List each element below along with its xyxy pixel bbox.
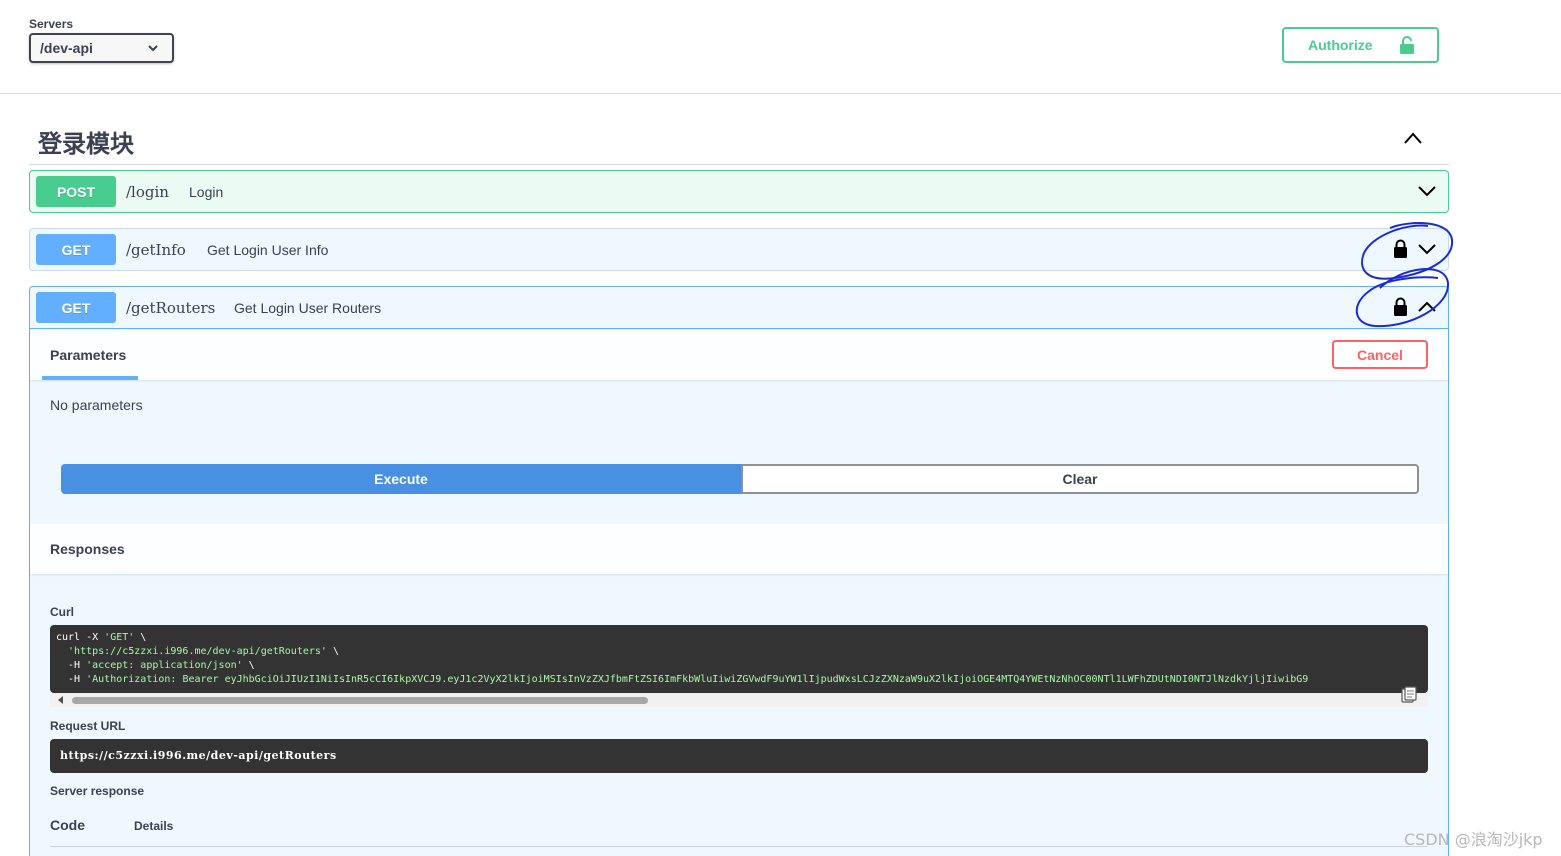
- lock-icon[interactable]: [1393, 297, 1408, 316]
- horizontal-scrollbar[interactable]: [50, 693, 1428, 707]
- curl-text: 'GET': [104, 632, 135, 643]
- chevron-down-icon: [148, 45, 158, 52]
- tab-active-indicator: [42, 376, 138, 380]
- response-code-header: Code: [50, 817, 85, 833]
- method-badge: GET: [36, 234, 116, 265]
- chevron-up-icon[interactable]: [1403, 131, 1423, 145]
- curl-text: 'https://c5zzxi.i996.me/dev-api/getRoute…: [56, 646, 327, 657]
- top-bar: Servers /dev-api Authorize: [0, 0, 1561, 94]
- opblock-get-getinfo[interactable]: GET /getInfo Get Login User Info: [29, 228, 1449, 271]
- chevron-down-icon[interactable]: [1418, 185, 1436, 197]
- scroll-left-icon[interactable]: [58, 696, 63, 704]
- parameters-header: Parameters Cancel: [30, 330, 1448, 380]
- scroll-thumb[interactable]: [72, 697, 648, 704]
- curl-text: \: [134, 632, 147, 643]
- opblock-summary[interactable]: POST /login Login: [30, 171, 1448, 213]
- execute-button[interactable]: Execute: [61, 464, 741, 494]
- responses-title: Responses: [50, 541, 125, 557]
- operation-summary: Get Login User Routers: [234, 300, 382, 316]
- cancel-button[interactable]: Cancel: [1332, 340, 1428, 369]
- method-badge: POST: [36, 176, 116, 207]
- operation-summary: Login: [189, 184, 224, 200]
- curl-text: \: [326, 646, 339, 657]
- servers-label: Servers: [29, 17, 74, 31]
- copy-icon[interactable]: [1400, 686, 1418, 704]
- curl-text: \: [242, 660, 255, 671]
- operation-path: /getInfo: [126, 241, 186, 259]
- opblock-get-getrouters[interactable]: GET /getRouters Get Login User Routers P…: [29, 286, 1449, 856]
- authorize-button[interactable]: Authorize: [1282, 27, 1439, 63]
- servers-selected-value: /dev-api: [40, 40, 93, 56]
- method-badge: GET: [36, 292, 116, 323]
- no-parameters-text: No parameters: [50, 397, 143, 413]
- opblock-summary[interactable]: GET /getInfo Get Login User Info: [30, 229, 1448, 271]
- curl-text: -H: [56, 674, 87, 685]
- server-response-label: Server response: [50, 784, 145, 798]
- curl-code[interactable]: curl -X 'GET' \ 'https://c5zzxi.i996.me/…: [50, 625, 1428, 693]
- chevron-down-icon[interactable]: [1418, 243, 1436, 255]
- opblock-post-login[interactable]: POST /login Login: [29, 170, 1449, 213]
- unlock-icon: [1400, 36, 1414, 54]
- operation-path: /getRouters: [126, 299, 216, 317]
- servers-select[interactable]: /dev-api: [29, 33, 174, 63]
- tag-divider: [29, 164, 1449, 165]
- curl-text: -H: [56, 660, 87, 671]
- watermark: CSDN @浪淘沙jkp: [1404, 830, 1543, 849]
- execute-wrapper: Execute Clear: [61, 464, 1419, 494]
- chevron-up-icon[interactable]: [1418, 301, 1436, 313]
- authorize-label: Authorize: [1308, 37, 1373, 53]
- request-url: https://c5zzxi.i996.me/dev-api/getRouter…: [50, 739, 1428, 773]
- clear-button[interactable]: Clear: [741, 464, 1419, 494]
- curl-label: Curl: [50, 605, 74, 619]
- operation-summary: Get Login User Info: [207, 242, 329, 258]
- lock-icon[interactable]: [1393, 239, 1408, 258]
- table-divider: [50, 846, 1428, 847]
- opblock-summary[interactable]: GET /getRouters Get Login User Routers: [30, 287, 1448, 329]
- response-details-header: Details: [134, 819, 174, 833]
- curl-text: 'Authorization: Bearer eyJhbGciOiJIUzI1N…: [86, 674, 1309, 685]
- request-url-label: Request URL: [50, 719, 126, 733]
- tab-parameters[interactable]: Parameters: [50, 347, 126, 363]
- curl-text: 'accept: application/json': [86, 660, 243, 671]
- tag-title[interactable]: 登录模块: [38, 124, 134, 159]
- responses-header: Responses: [30, 524, 1448, 574]
- operation-path: /login: [126, 183, 169, 201]
- curl-text: curl -X: [56, 632, 105, 643]
